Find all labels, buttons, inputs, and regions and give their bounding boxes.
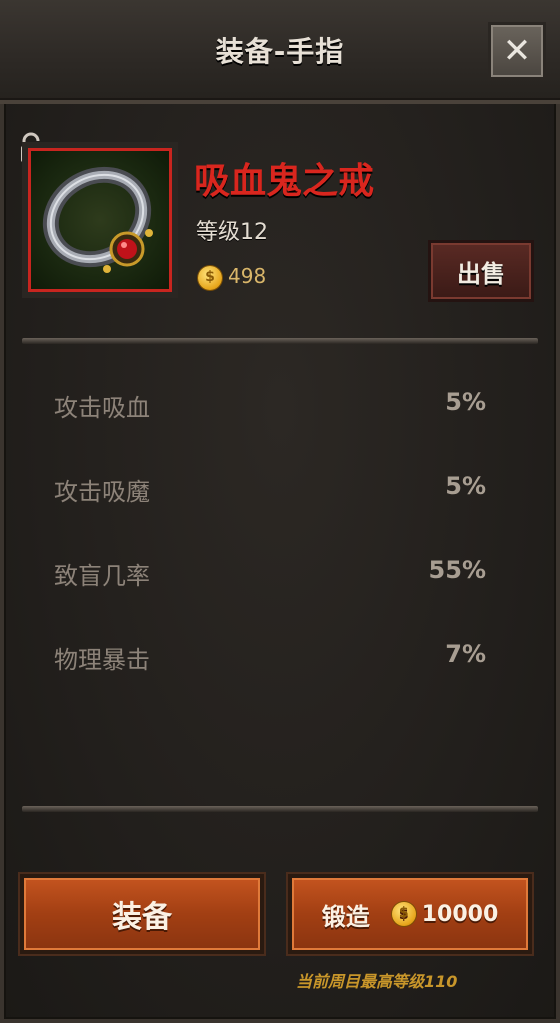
max-level-note: 当前周目最高等级110 <box>296 972 458 991</box>
forge-button[interactable]: 锻造 10000 <box>288 874 532 954</box>
item-price: 498 <box>198 264 266 290</box>
stat-label: 致盲几率 <box>54 562 150 590</box>
stat-row: 物理暴击 7% <box>54 634 486 674</box>
panel-header: 装备-手指 ✕ <box>0 0 560 104</box>
forge-cost-value: 10000 <box>421 901 499 927</box>
forge-label: 锻造 <box>321 902 370 931</box>
coin-icon <box>391 902 416 926</box>
close-button[interactable]: ✕ <box>488 22 546 80</box>
stat-value: 5% <box>445 388 486 416</box>
item-name: 吸血鬼之戒 <box>194 161 375 202</box>
panel-title: 装备-手指 <box>215 35 345 68</box>
vampire-ring-icon <box>42 166 153 273</box>
stat-row: 致盲几率 55% <box>54 550 486 590</box>
stat-row: 攻击吸血 5% <box>54 382 486 422</box>
stat-value: 55% <box>428 556 486 584</box>
stat-label: 攻击吸血 <box>54 394 150 422</box>
equip-button[interactable]: 装备 <box>20 874 264 954</box>
stat-value: 5% <box>445 472 486 500</box>
item-icon-frame[interactable] <box>28 148 172 292</box>
item-level: 等级12 <box>196 220 268 245</box>
close-icon: ✕ <box>502 31 532 71</box>
item-price-value: 498 <box>228 264 267 288</box>
forge-cost: 10000 <box>391 901 499 927</box>
stat-row: 攻击吸魔 5% <box>54 466 486 506</box>
stat-value: 7% <box>445 640 486 668</box>
divider-top <box>22 338 538 344</box>
stat-label: 攻击吸魔 <box>54 478 150 506</box>
equipment-panel: 装备-手指 ✕ 吸血鬼之戒 等级12 498 出售 攻击吸血 5% 攻击 <box>0 0 560 1023</box>
stat-label: 物理暴击 <box>54 646 150 674</box>
coin-icon <box>198 265 222 290</box>
divider-bottom <box>22 806 538 812</box>
sell-button[interactable]: 出售 <box>428 240 534 302</box>
